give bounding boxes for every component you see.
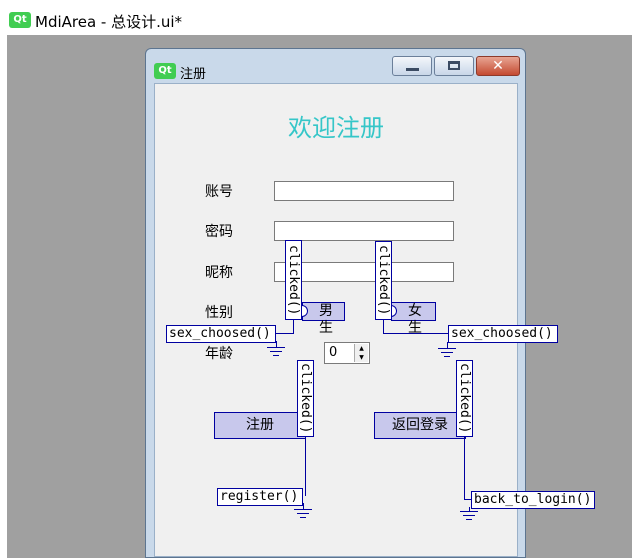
close-icon: ✕ <box>492 58 504 74</box>
account-input[interactable] <box>274 181 454 201</box>
password-label: 密码 <box>205 224 233 240</box>
app-title: MdiArea - 总设计.ui* <box>35 13 183 31</box>
close-button[interactable]: ✕ <box>476 56 520 76</box>
ground-icon <box>438 348 458 360</box>
age-label: 年龄 <box>205 346 233 362</box>
age-value: 0 <box>329 345 338 360</box>
subwindow-title: 注册 <box>180 67 207 82</box>
register-button[interactable]: 注册 <box>214 412 306 439</box>
connection-wire <box>383 333 449 334</box>
ground-icon <box>267 347 287 359</box>
minimize-icon <box>406 68 419 71</box>
male-radio-label: 男生 <box>319 303 333 336</box>
connection-wire <box>464 436 465 500</box>
female-clicked-signal[interactable]: clicked() <box>375 241 392 320</box>
maximize-button[interactable] <box>434 56 474 76</box>
back-to-login-slot[interactable]: back_to_login() <box>471 491 595 509</box>
gender-label: 性别 <box>205 305 233 321</box>
connection-wire <box>383 319 384 334</box>
password-input[interactable] <box>274 221 454 241</box>
female-radio-label: 女生 <box>408 303 422 336</box>
qt-logo-icon: Qt <box>154 63 176 79</box>
back-clicked-signal[interactable]: clicked() <box>456 360 473 437</box>
headline: 欢迎注册 <box>288 114 384 142</box>
spin-arrows-icon[interactable]: ▲ ▼ <box>354 344 368 362</box>
register-clicked-signal[interactable]: clicked() <box>297 360 314 437</box>
register-subwindow[interactable]: Qt 注册 ✕ 欢迎注册 账号 密码 昵称 性别 男生 女生 年龄 0 ▲ ▼ 注… <box>145 48 526 558</box>
male-sex-choosed-slot[interactable]: sex_choosed() <box>166 325 276 343</box>
register-slot[interactable]: register() <box>217 488 303 506</box>
back-to-login-button[interactable]: 返回登录 <box>374 412 466 439</box>
nickname-label: 昵称 <box>205 265 233 281</box>
account-label: 账号 <box>205 184 233 200</box>
male-clicked-signal[interactable]: clicked() <box>285 240 302 320</box>
maximize-icon <box>448 61 460 70</box>
app-title-bar: Qt MdiArea - 总设计.ui* <box>0 0 632 34</box>
qt-logo-icon: Qt <box>9 12 31 28</box>
connection-wire <box>293 319 294 334</box>
female-radio[interactable]: 女生 <box>385 302 436 336</box>
female-sex-choosed-slot[interactable]: sex_choosed() <box>448 325 558 343</box>
male-radio[interactable]: 男生 <box>296 302 345 336</box>
ground-icon <box>294 509 314 521</box>
minimize-button[interactable] <box>392 56 432 76</box>
connection-wire <box>305 436 306 496</box>
subwindow-title-bar[interactable]: Qt 注册 ✕ <box>146 49 525 83</box>
ground-icon <box>460 511 480 523</box>
age-spinbox[interactable]: 0 ▲ ▼ <box>324 342 370 364</box>
